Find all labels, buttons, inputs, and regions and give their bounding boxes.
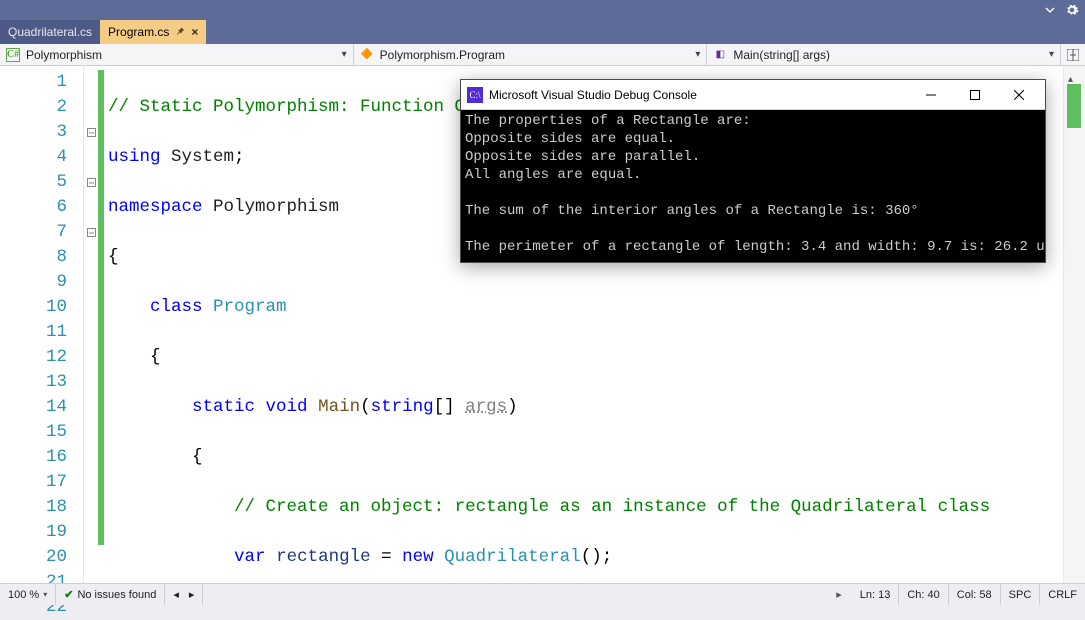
- line-number: 13: [0, 370, 75, 395]
- code-text: void: [266, 397, 308, 417]
- dropdown-caret-icon[interactable]: [1045, 5, 1055, 15]
- status-text: 100 %: [8, 589, 39, 601]
- line-number: 17: [0, 470, 75, 495]
- code-text: string: [371, 397, 434, 417]
- checkmark-icon: ✔: [64, 588, 73, 601]
- caret-line[interactable]: Ln: 13: [852, 584, 900, 605]
- line-number: 5: [0, 170, 75, 195]
- issues-indicator[interactable]: ✔ No issues found: [56, 584, 165, 605]
- minimize-button[interactable]: [909, 81, 953, 109]
- chevron-down-icon: ▾: [342, 49, 347, 60]
- line-number: 10: [0, 295, 75, 320]
- debug-console-window[interactable]: C:\ Microsoft Visual Studio Debug Consol…: [460, 79, 1046, 263]
- line-number: 2: [0, 95, 75, 120]
- line-number: 1: [0, 70, 75, 95]
- code-text: using: [108, 147, 161, 167]
- fold-toggle[interactable]: [87, 178, 96, 187]
- status-bar: 100 % ▾ ✔ No issues found ◂ ▸ ▸ Ln: 13 C…: [0, 583, 1085, 605]
- chevron-down-icon: ▾: [1049, 49, 1054, 60]
- fold-toggle[interactable]: [87, 128, 96, 137]
- chevron-down-icon: ▾: [43, 590, 47, 599]
- nav-class-scope[interactable]: 🔶 Polymorphism.Program ▾: [354, 44, 708, 65]
- code-text: class: [150, 297, 203, 317]
- code-text: namespace: [108, 197, 203, 217]
- console-title: Microsoft Visual Studio Debug Console: [489, 88, 909, 102]
- fold-toggle[interactable]: [87, 228, 96, 237]
- line-ending[interactable]: CRLF: [1040, 584, 1085, 605]
- console-titlebar[interactable]: C:\ Microsoft Visual Studio Debug Consol…: [461, 80, 1045, 110]
- class-icon: 🔶: [360, 48, 374, 62]
- code-text: new: [402, 547, 434, 567]
- nav-label: Main(string[] args): [733, 48, 830, 62]
- line-number: 9: [0, 270, 75, 295]
- indent-mode[interactable]: SPC: [1001, 584, 1041, 605]
- line-number: 15: [0, 420, 75, 445]
- code-text: Quadrilateral: [444, 547, 581, 567]
- prev-issue-icon[interactable]: ◂: [173, 588, 179, 601]
- tab-label: Quadrilateral.cs: [8, 25, 92, 39]
- navigation-bar: C# Polymorphism ▾ 🔶 Polymorphism.Program…: [0, 44, 1085, 66]
- line-number: 8: [0, 245, 75, 270]
- nav-member-scope[interactable]: ◧ Main(string[] args) ▾: [707, 44, 1061, 65]
- line-number: 16: [0, 445, 75, 470]
- code-text: static: [192, 397, 255, 417]
- code-text: var: [234, 547, 266, 567]
- code-text: // Create an object: rectangle as an ins…: [234, 497, 990, 517]
- status-text: No issues found: [77, 589, 156, 601]
- line-number: 20: [0, 545, 75, 570]
- caret-char[interactable]: Ch: 40: [899, 584, 948, 605]
- tab-quadrilateral[interactable]: Quadrilateral.cs: [0, 20, 100, 44]
- nav-label: Polymorphism: [26, 48, 102, 62]
- status-text: SPC: [1009, 589, 1032, 601]
- line-number: 12: [0, 345, 75, 370]
- code-text: Program: [213, 297, 287, 317]
- status-text: Col: 58: [957, 589, 992, 601]
- nav-label: Polymorphism.Program: [380, 48, 505, 62]
- settings-gear-icon[interactable]: [1065, 3, 1079, 17]
- code-text: rectangle: [276, 547, 371, 567]
- tab-program[interactable]: Program.cs ×: [100, 20, 206, 44]
- line-number-gutter: 1 2 3 4 5 6 7 8 9 10 11 12 13 14 15 16 1…: [0, 66, 84, 583]
- diagnostic-nav[interactable]: ◂ ▸: [165, 584, 203, 605]
- csharp-project-icon: C#: [6, 48, 20, 62]
- line-number: 3: [0, 120, 75, 145]
- outline-fold-column: [84, 66, 98, 583]
- maximize-button[interactable]: [953, 81, 997, 109]
- caret-col[interactable]: Col: 58: [949, 584, 1001, 605]
- scroll-marker-bar[interactable]: ▴: [1063, 66, 1085, 583]
- line-number: 6: [0, 195, 75, 220]
- line-number: 4: [0, 145, 75, 170]
- scroll-arrow-icon[interactable]: ▸: [826, 588, 852, 601]
- close-tab-icon[interactable]: ×: [191, 25, 198, 39]
- nav-project-scope[interactable]: C# Polymorphism ▾: [0, 44, 354, 65]
- code-text: Main: [318, 397, 360, 417]
- line-number: 14: [0, 395, 75, 420]
- window-top-bar: [0, 0, 1085, 20]
- console-output: The properties of a Rectangle are: Oppos…: [461, 110, 1045, 262]
- split-icon: [1067, 49, 1079, 61]
- document-tabs: Quadrilateral.cs Program.cs ×: [0, 20, 1085, 44]
- pin-icon[interactable]: [175, 25, 185, 39]
- code-text: Polymorphism: [213, 197, 339, 217]
- chevron-down-icon: ▾: [695, 49, 700, 60]
- status-text: CRLF: [1048, 589, 1077, 601]
- close-button[interactable]: [997, 81, 1041, 109]
- code-text: System: [171, 147, 234, 167]
- split-editor-button[interactable]: [1061, 44, 1085, 65]
- line-number: 18: [0, 495, 75, 520]
- next-issue-icon[interactable]: ▸: [189, 588, 195, 601]
- code-text: args: [465, 397, 507, 417]
- line-number: 19: [0, 520, 75, 545]
- zoom-level[interactable]: 100 % ▾: [0, 584, 56, 605]
- console-app-icon: C:\: [467, 87, 483, 103]
- method-icon: ◧: [713, 48, 727, 62]
- tab-label: Program.cs: [108, 25, 169, 39]
- line-number: 11: [0, 320, 75, 345]
- line-number: 7: [0, 220, 75, 245]
- status-text: Ch: 40: [907, 589, 939, 601]
- status-text: Ln: 13: [860, 589, 891, 601]
